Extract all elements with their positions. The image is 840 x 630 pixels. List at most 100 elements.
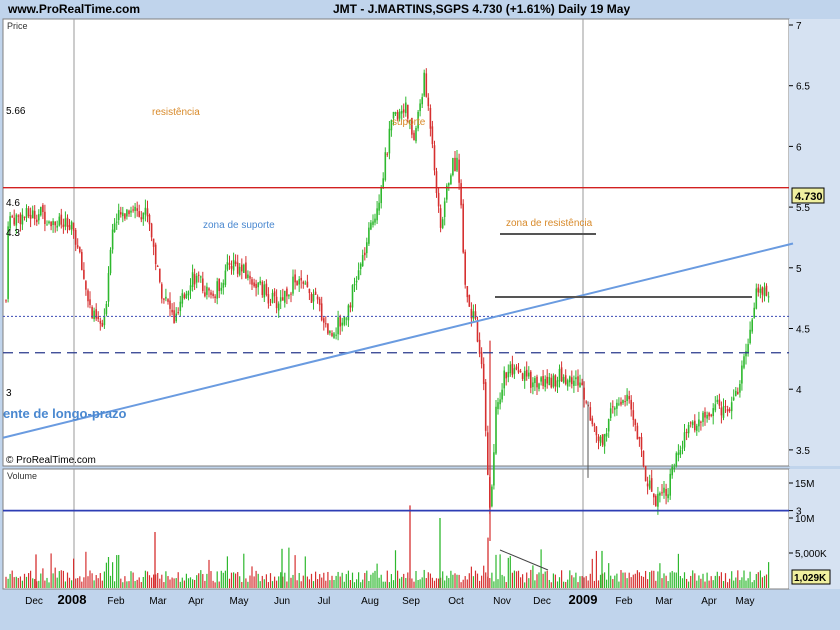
- candle-body: [105, 303, 108, 315]
- candle-body: [359, 263, 362, 270]
- candle-body: [113, 223, 116, 232]
- candle-body: [472, 311, 475, 319]
- candle-body: [372, 221, 374, 225]
- candle-body: [634, 419, 637, 425]
- candle-body: [261, 281, 264, 296]
- candle-body: [552, 375, 555, 387]
- candle-body: [741, 365, 743, 384]
- candle-body: [669, 473, 671, 496]
- x-tick-label: May: [230, 596, 249, 607]
- candle-body: [620, 401, 622, 405]
- candle-body: [206, 286, 208, 295]
- candle-body: [56, 225, 58, 228]
- annotation-resistencia: resistência: [152, 107, 200, 118]
- candle-body: [298, 279, 300, 285]
- candle-body: [730, 402, 733, 412]
- candle-body: [294, 274, 296, 283]
- candle-body: [663, 487, 665, 493]
- candle-body: [603, 434, 606, 447]
- candle-body: [167, 299, 169, 302]
- candle-body: [74, 229, 77, 245]
- candle-body: [696, 425, 698, 431]
- candle-body: [710, 414, 712, 416]
- candle-body: [450, 175, 452, 185]
- candle-body: [189, 285, 192, 291]
- candle-body: [499, 399, 501, 405]
- candle-body: [612, 406, 614, 408]
- candle-body: [286, 288, 288, 297]
- candle-body: [505, 372, 507, 379]
- candle-body: [415, 128, 417, 142]
- candle-body: [628, 396, 630, 400]
- candle-body: [353, 283, 356, 286]
- candle-body: [66, 217, 69, 227]
- candle-body: [569, 376, 571, 383]
- candle-body: [253, 282, 255, 287]
- candle-body: [226, 262, 229, 270]
- candle-body: [702, 412, 704, 422]
- candle-body: [441, 219, 444, 228]
- candle-body: [694, 420, 696, 431]
- x-tick-label: May: [736, 596, 755, 607]
- candle-body: [546, 376, 548, 384]
- candle-body: [165, 296, 167, 299]
- price-tick-label: 5: [796, 264, 802, 275]
- candle-body: [101, 323, 104, 327]
- price-tick-label: 5.5: [796, 203, 810, 214]
- candle-body: [70, 221, 73, 230]
- candle-body: [528, 372, 530, 377]
- candle-body: [288, 294, 290, 297]
- candle-body: [331, 333, 333, 336]
- candle-body: [130, 210, 132, 213]
- candle-body: [146, 208, 149, 217]
- candle-body: [650, 478, 653, 492]
- candle-body: [382, 178, 384, 189]
- level-label-43: 4.3: [6, 228, 20, 239]
- candle-body: [640, 437, 643, 450]
- candle-body: [68, 225, 71, 230]
- candle-body: [698, 419, 700, 427]
- candle-body: [320, 303, 323, 321]
- candle-body: [718, 399, 721, 406]
- candle-body: [33, 210, 36, 220]
- candle-body: [181, 293, 184, 304]
- candle-body: [431, 126, 434, 145]
- candle-body: [609, 408, 612, 418]
- candle-body: [11, 216, 13, 218]
- candle-body: [111, 229, 114, 250]
- candle-body: [376, 208, 378, 221]
- candle-body: [716, 399, 719, 402]
- candle-body: [484, 382, 487, 431]
- candle-body: [366, 242, 368, 254]
- candle-body: [691, 421, 694, 426]
- candle-body: [99, 320, 102, 324]
- candle-body: [632, 410, 635, 420]
- candle-body: [601, 434, 604, 445]
- candle-body: [279, 297, 282, 302]
- candle-body: [134, 206, 136, 211]
- candle-body: [173, 310, 175, 324]
- candle-body: [530, 371, 532, 388]
- candle-body: [737, 391, 739, 394]
- candle-body: [247, 274, 249, 278]
- candle-body: [636, 425, 639, 440]
- candle-body: [642, 450, 645, 467]
- candle-body: [161, 284, 163, 299]
- candle-body: [249, 275, 251, 279]
- candle-body: [456, 157, 458, 171]
- x-tick-label: Apr: [188, 596, 204, 607]
- candle-body: [263, 284, 266, 298]
- candle-body: [550, 377, 553, 388]
- candle-body: [749, 329, 751, 344]
- candle-body: [435, 171, 438, 194]
- x-tick-label: Jul: [318, 596, 331, 607]
- candle-body: [38, 214, 40, 221]
- candle-body: [515, 366, 518, 370]
- candle-body: [685, 431, 688, 433]
- candle-body: [191, 272, 194, 288]
- volume-tick-label: 15M: [795, 479, 814, 490]
- price-panel: [2, 18, 790, 467]
- candle-body: [316, 296, 319, 300]
- candle-body: [433, 145, 436, 171]
- candle-body: [128, 210, 130, 215]
